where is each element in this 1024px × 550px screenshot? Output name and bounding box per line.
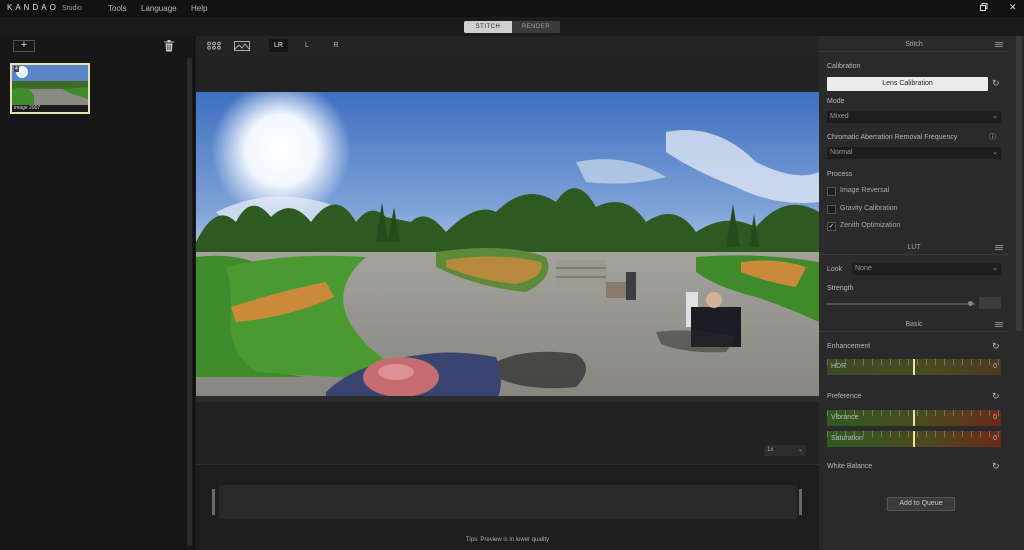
media-thumbnail[interactable]: 4 image 2007 — [10, 63, 90, 114]
settings-panel: Stitch Calibration Lens Calibration ↻ Mo… — [819, 36, 1024, 550]
menu-language[interactable]: Language — [141, 4, 177, 13]
reset-icon[interactable]: ↻ — [992, 392, 1001, 401]
stitch-mode-button[interactable]: STITCH — [464, 21, 512, 33]
stitch-section-header[interactable]: Stitch — [819, 37, 1009, 52]
menu-icon[interactable] — [995, 245, 1003, 250]
strength-slider-knob[interactable] — [968, 301, 973, 306]
mode-label: Mode — [827, 98, 845, 105]
lut-section-title: LUT — [907, 244, 921, 251]
vibrance-value: 0 — [993, 414, 997, 421]
gravity-calibration-label: Gravity Calibration — [840, 205, 898, 212]
add-to-queue-button[interactable]: Add to Queue — [887, 497, 955, 511]
chevron-down-icon: ⌄ — [992, 149, 998, 156]
panorama-view-icon[interactable] — [233, 39, 251, 52]
trash-icon[interactable] — [164, 40, 174, 52]
chevron-down-icon: ⌄ — [992, 265, 998, 272]
look-label: Look — [827, 266, 843, 273]
add-media-button[interactable]: + — [13, 40, 35, 52]
calibration-label: Calibration — [827, 63, 861, 70]
menu-icon[interactable] — [995, 322, 1003, 327]
app-logo: KANDAO Studio — [7, 3, 82, 12]
saturation-value: 0 — [993, 435, 997, 442]
hdr-value: 0 — [993, 363, 997, 370]
hdr-gauge[interactable]: HDR 0 — [827, 359, 1001, 375]
image-reversal-label: Image Reversal — [840, 187, 890, 194]
thumbnail-badge: 4 — [14, 66, 19, 72]
vibrance-marker[interactable] — [913, 410, 915, 426]
chevron-down-icon: ⌄ — [992, 113, 998, 120]
enhancement-label: Enhancement — [827, 343, 871, 350]
info-icon[interactable]: ⓘ — [989, 134, 998, 143]
chromatic-aberration-select[interactable]: Normal ⌄ — [827, 147, 1001, 159]
view-l-button[interactable]: L — [300, 39, 314, 52]
restore-window-icon[interactable] — [980, 3, 988, 11]
lut-section-header[interactable]: LUT — [819, 240, 1009, 255]
hdr-marker[interactable] — [913, 359, 915, 375]
chromatic-aberration-label: Chromatic Aberration Removal Frequency — [827, 134, 958, 141]
mode-toggle: STITCH RENDER — [464, 21, 560, 33]
mode-select[interactable]: Mixed ⌄ — [827, 111, 1001, 123]
reset-icon[interactable]: ↻ — [992, 342, 1001, 351]
white-balance-label: White Balance — [827, 463, 873, 470]
view-r-button[interactable]: R — [329, 39, 343, 52]
title-bar: KANDAO Studio Tools Language Help ✕ — [0, 0, 1024, 17]
timeline-track[interactable] — [219, 485, 797, 519]
zoom-select[interactable]: 1x ⌄ — [764, 445, 806, 456]
process-label: Process — [827, 171, 853, 178]
menu-tools[interactable]: Tools — [108, 4, 127, 13]
timeline-end-handle[interactable] — [799, 489, 802, 515]
view-lr-button[interactable]: LR — [269, 39, 288, 52]
hdr-label: HDR — [831, 363, 847, 370]
zenith-optimization-checkbox[interactable]: ✓ — [827, 222, 836, 231]
basic-section-header[interactable]: Basic — [819, 317, 1009, 332]
panorama-preview[interactable] — [196, 92, 819, 402]
menu-icon[interactable] — [995, 42, 1003, 47]
strength-slider[interactable] — [827, 303, 975, 305]
saturation-gauge[interactable]: Saturation 0 — [827, 431, 1001, 447]
saturation-label: Saturation — [831, 435, 863, 442]
reset-icon[interactable]: ↻ — [992, 79, 1001, 88]
preview-area: LR L R 1x ⌄ Tips: Preview is in lower qu… — [196, 36, 819, 550]
reset-icon[interactable]: ↻ — [992, 462, 1001, 471]
saturation-marker[interactable] — [913, 431, 915, 447]
panorama-image — [196, 92, 819, 402]
media-panel: + 4 image 2007 — [0, 36, 195, 550]
thumbnail-label: image 2007 — [14, 105, 41, 111]
basic-section-title: Basic — [905, 321, 923, 328]
stitch-section-title: Stitch — [905, 41, 923, 48]
timeline-area: Tips: Preview is in lower quality — [196, 464, 819, 550]
look-select[interactable]: None ⌄ — [852, 263, 1001, 275]
strength-value-field[interactable] — [979, 297, 1001, 309]
image-reversal-checkbox[interactable] — [827, 187, 836, 196]
gravity-calibration-checkbox[interactable] — [827, 205, 836, 214]
preview-toolbar: LR L R — [196, 36, 819, 56]
vibrance-label: Vibrance — [831, 414, 859, 421]
zenith-optimization-label: Zenith Optimization — [840, 222, 901, 229]
checkmark-icon: ✓ — [828, 223, 835, 230]
settings-scrollbar[interactable] — [1016, 36, 1022, 331]
multi-view-icon[interactable] — [206, 39, 222, 52]
strength-label: Strength — [827, 285, 854, 292]
menu-help[interactable]: Help — [191, 4, 207, 13]
media-toolbar: + — [0, 36, 195, 56]
vibrance-gauge[interactable]: Vibrance 0 — [827, 410, 1001, 426]
preference-label: Preference — [827, 393, 862, 400]
lens-calibration-button[interactable]: Lens Calibration — [827, 77, 988, 91]
chevron-down-icon: ⌄ — [797, 447, 803, 453]
render-mode-button[interactable]: RENDER — [512, 21, 560, 33]
preview-quality-note: Tips: Preview is in lower quality — [465, 537, 550, 543]
close-window-icon[interactable]: ✕ — [1009, 3, 1017, 12]
timeline-start-handle[interactable] — [212, 489, 215, 515]
media-scrollbar[interactable] — [187, 58, 192, 546]
